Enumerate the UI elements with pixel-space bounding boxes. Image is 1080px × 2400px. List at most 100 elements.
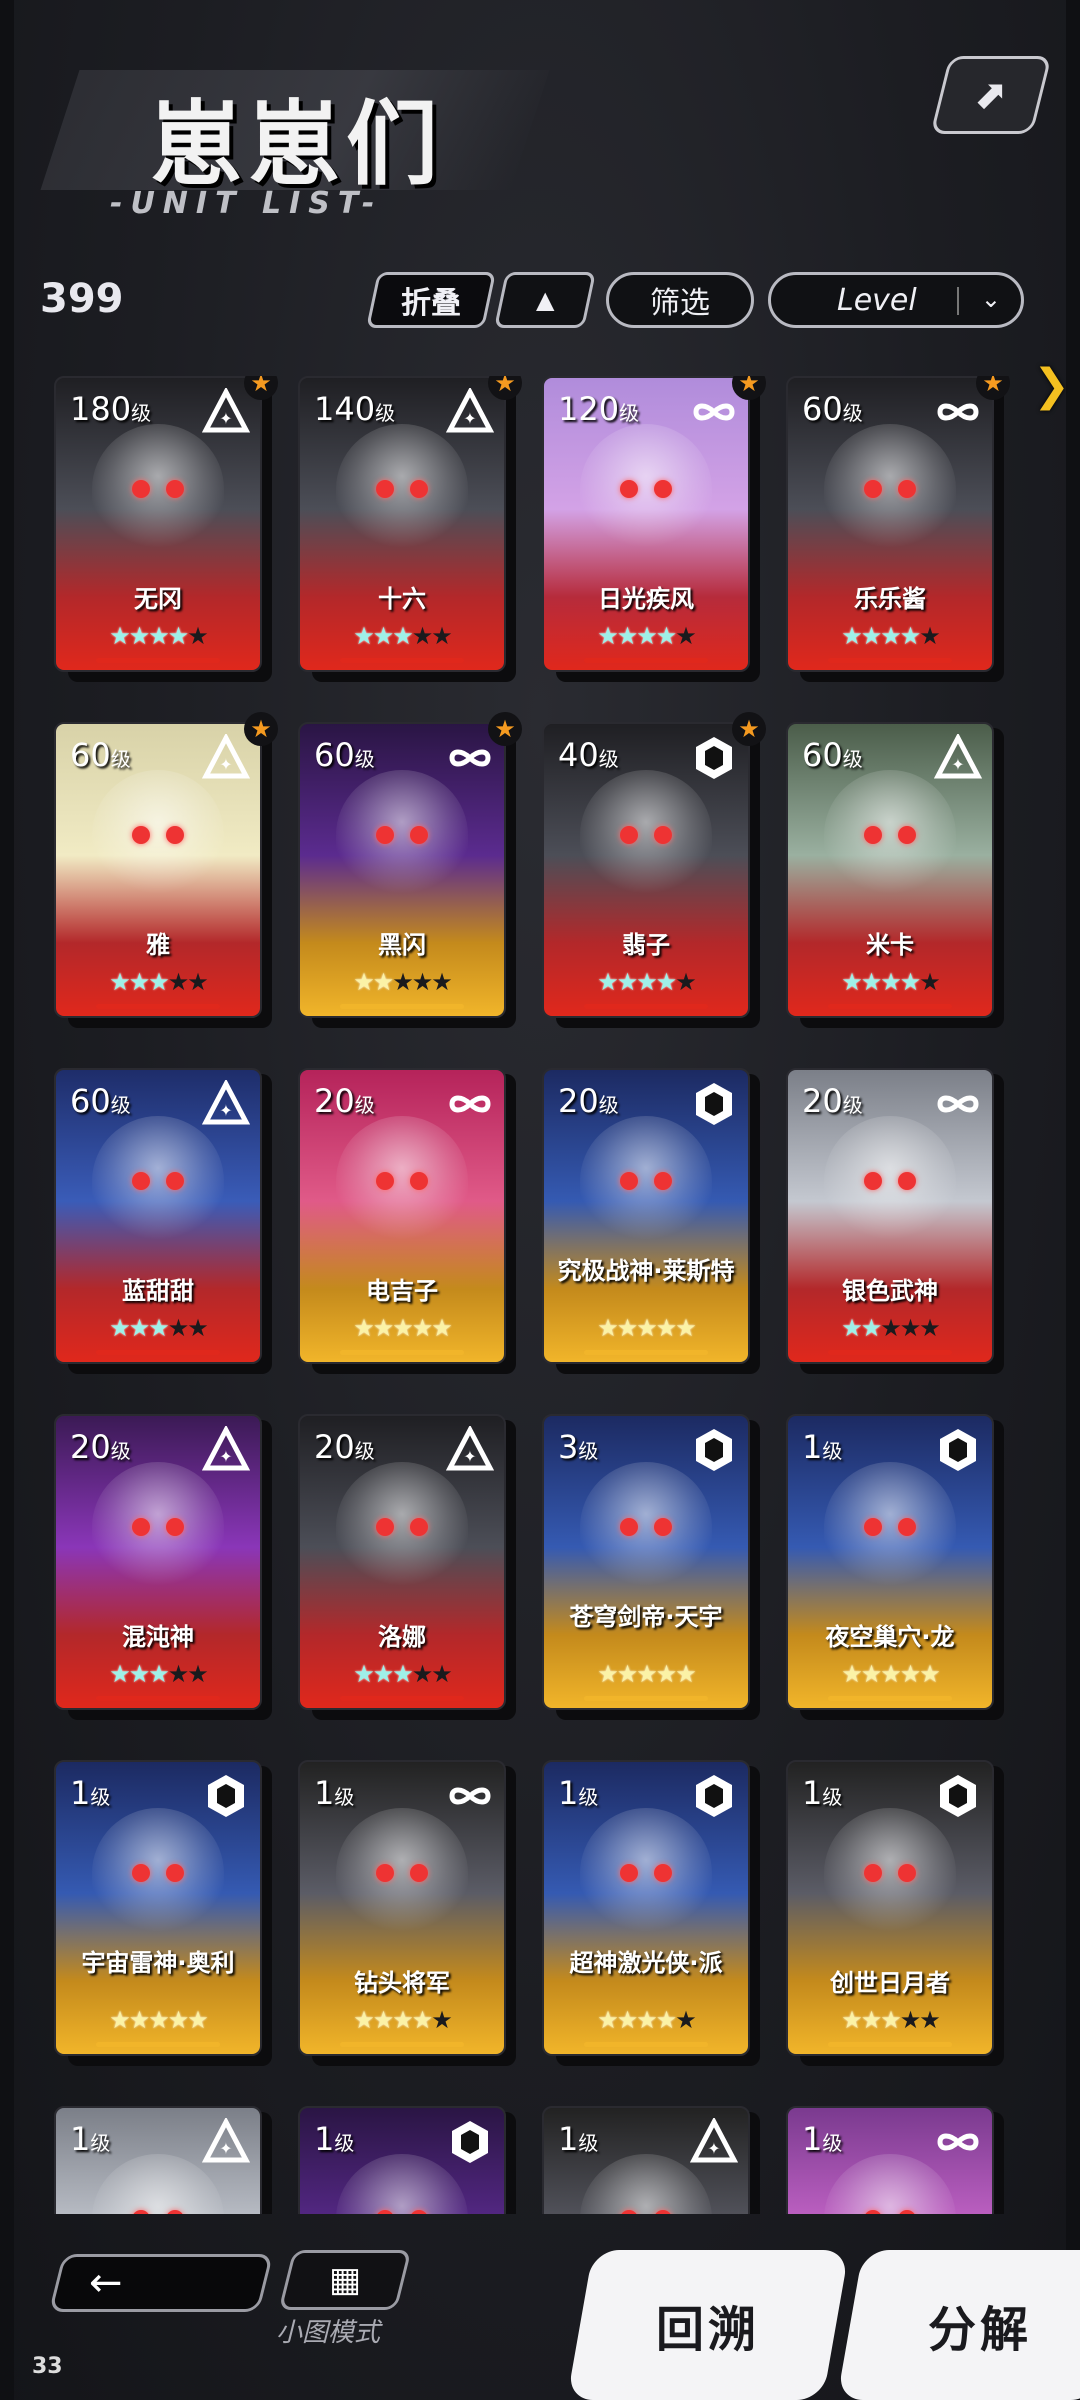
favorite-star-icon: ★: [244, 712, 278, 746]
triangle-type-icon: ✦: [446, 1426, 494, 1474]
star-icon: ★: [411, 1660, 433, 1688]
unit-name: 日光疾风: [598, 585, 694, 613]
rarity-bar: [340, 2042, 464, 2047]
unit-portrait: [92, 424, 224, 554]
star-icon: ★: [187, 2006, 208, 2034]
unit-card[interactable]: 20级 银色武神 ★★★★★: [786, 1068, 1004, 1374]
star-icon: ★: [109, 1314, 130, 1342]
star-icon: ★: [675, 2006, 696, 2034]
star-icon: ★: [353, 1314, 374, 1342]
unit-name: 银色武神: [842, 1277, 938, 1305]
star-icon: ★: [167, 1660, 189, 1688]
star-icon: ★: [353, 2006, 374, 2034]
hexagon-type-icon: [690, 1080, 738, 1128]
unit-card[interactable]: 1级: [298, 2106, 516, 2214]
unit-card[interactable]: 60级 ✦ 米卡 ★★★★★: [786, 722, 1004, 1028]
unit-card[interactable]: 140级 ✦ 十六 ★★★★★ ★: [298, 376, 522, 682]
triangle-type-icon: ✦: [202, 1426, 250, 1474]
star-icon: ★: [636, 968, 657, 996]
star-icon: ★: [675, 1660, 696, 1688]
level-value: 60: [802, 736, 843, 774]
unit-card[interactable]: 3级 苍穹剑帝·天宇 ★★★★★: [542, 1414, 760, 1720]
unit-card[interactable]: 20级 ✦ 洛娜 ★★★★★: [298, 1414, 516, 1720]
unit-grid[interactable]: 180级 ✦ 无冈 ★★★★★ ★ 140级 ✦ 十六 ★★★★★ ★ 120级 日光疾风 ★★★★★ ★…: [54, 376, 1014, 2214]
back-button[interactable]: ←: [48, 2254, 274, 2312]
unit-level: 180级: [70, 390, 151, 428]
unit-card[interactable]: 20级 究极战神·莱斯特 ★★★★★: [542, 1068, 760, 1374]
unit-card[interactable]: 1级 宇宙雷神·奥利 ★★★★★: [54, 1760, 272, 2066]
star-icon: ★: [841, 1314, 862, 1342]
unit-card[interactable]: 1级 钻头将军 ★★★★★: [298, 1760, 516, 2066]
unit-card[interactable]: 60级 黑闪 ★★★★★ ★: [298, 712, 522, 1028]
star-icon: ★: [655, 968, 677, 996]
level-value: 60: [314, 736, 355, 774]
recall-button[interactable]: 回溯: [566, 2250, 850, 2400]
unit-card[interactable]: 1级 超神激光侠·派 ★★★★★: [542, 1760, 760, 2066]
unit-card[interactable]: 40级 翡子 ★★★★★ ★: [542, 712, 766, 1028]
eye: [166, 1864, 184, 1882]
fold-button[interactable]: 折叠: [366, 272, 496, 328]
unit-name: 超神激光侠·派: [569, 1949, 723, 1977]
chevron-right-icon[interactable]: ❯: [1033, 360, 1070, 411]
star-icon: ★: [919, 1314, 940, 1342]
star-icon: ★: [636, 1314, 657, 1342]
star-rating: ★★★★★: [788, 2006, 992, 2034]
svg-text:✦: ✦: [219, 755, 232, 774]
star-icon: ★: [109, 968, 130, 996]
star-icon: ★: [167, 622, 189, 650]
unit-card[interactable]: 1级: [786, 2106, 1004, 2214]
star-icon: ★: [919, 622, 940, 650]
unit-card[interactable]: 1级 夜空巢穴·龙 ★★★★★: [786, 1414, 1004, 1720]
eye: [410, 1172, 428, 1190]
level-suffix: 级: [334, 1785, 355, 1809]
unit-card[interactable]: 1级 创世日月者 ★★★★★: [786, 1760, 1004, 2066]
unit-card[interactable]: 60级 ✦ 雅 ★★★★★ ★: [54, 712, 278, 1028]
unit-card[interactable]: 20级 ✦ 混沌神 ★★★★★: [54, 1414, 272, 1720]
eye: [376, 480, 394, 498]
unit-card[interactable]: 1级 ✦: [54, 2106, 272, 2214]
unit-level: 3级: [558, 1428, 598, 1466]
infinity-type-icon: [446, 1080, 494, 1128]
unit-card[interactable]: 20级 电吉子 ★★★★★: [298, 1068, 516, 1374]
decompose-button[interactable]: 分解: [836, 2250, 1080, 2400]
star-icon: ★: [616, 1314, 638, 1342]
unit-card[interactable]: 60级 ✦ 蓝甜甜 ★★★★★: [54, 1068, 272, 1374]
star-rating: ★★★★★: [56, 1314, 260, 1342]
eye: [654, 1172, 672, 1190]
rarity-bar: [340, 1350, 464, 1355]
fold-label: 折叠: [401, 286, 461, 321]
star-icon: ★: [187, 968, 208, 996]
level-value: 1: [802, 2120, 823, 2158]
ranking-button[interactable]: ⬈: [930, 56, 1052, 134]
eye: [410, 826, 428, 844]
eye: [376, 2210, 394, 2214]
sort-direction-button[interactable]: ▲: [494, 272, 596, 328]
star-icon: ★: [841, 968, 862, 996]
unit-card[interactable]: 1级 ✦: [542, 2106, 760, 2214]
rarity-bar: [584, 658, 708, 663]
star-icon: ★: [597, 1660, 618, 1688]
star-icon: ★: [187, 1314, 208, 1342]
mini-view-button[interactable]: ▦: [278, 2250, 412, 2310]
unit-card[interactable]: 120级 日光疾风 ★★★★★ ★: [542, 376, 766, 682]
sort-label: Level: [837, 282, 917, 318]
filter-button[interactable]: 筛选: [606, 272, 754, 328]
star-icon: ★: [128, 2006, 150, 2034]
star-icon: ★: [372, 1314, 394, 1342]
unit-name: 十六: [378, 585, 426, 613]
unit-card[interactable]: 180级 ✦ 无冈 ★★★★★ ★: [54, 376, 278, 682]
star-icon: ★: [636, 1660, 657, 1688]
star-icon: ★: [411, 2006, 433, 2034]
eye: [864, 1864, 882, 1882]
eye: [898, 2210, 916, 2214]
card-face: 60级 黑闪 ★★★★★: [298, 722, 506, 1018]
star-icon: ★: [128, 1314, 150, 1342]
hexagon-type-icon: [446, 2118, 494, 2166]
unit-card[interactable]: 60级 乐乐酱 ★★★★★ ★: [786, 376, 1010, 682]
unit-portrait: [336, 1462, 468, 1592]
star-rating: ★★★★★: [788, 1660, 992, 1688]
sort-dropdown[interactable]: Level ⌄: [768, 272, 1024, 328]
svg-text:✦: ✦: [219, 2139, 232, 2158]
unit-level: 60级: [70, 736, 131, 774]
eye: [620, 2210, 638, 2214]
